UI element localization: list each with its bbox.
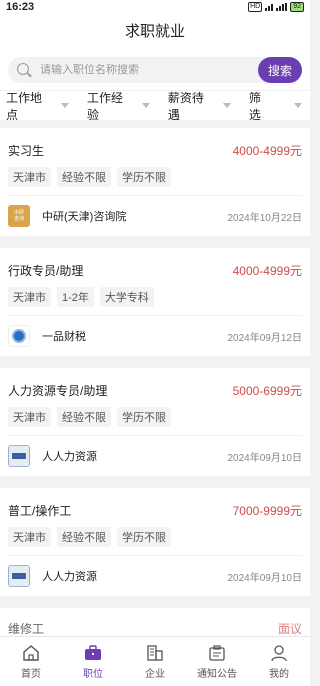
status-time: 16:23 [6,1,35,13]
job-salary: 5000-6999元 [232,384,302,398]
user-icon [271,645,287,662]
company-name: 一品财税 [42,331,86,343]
tag-experience: 经验不限 [57,167,111,187]
building-icon [147,645,163,661]
search-button[interactable]: 搜索 [258,57,302,83]
signal-icon [265,3,274,11]
filter-salary[interactable]: 薪资待遇 [168,89,231,123]
job-title: 人力资源专员/助理 [8,384,108,398]
tab-notices[interactable]: 通知公告 [186,637,248,686]
job-salary: 7000-9999元 [232,504,302,518]
filter-location[interactable]: 工作地点 [6,89,69,123]
job-salary: 面议 [277,622,302,636]
tag-education: 学历不限 [117,527,171,547]
tab-label: 职位 [83,669,103,680]
job-tags: 天津市 经验不限 学历不限 [8,167,302,187]
tab-companies[interactable]: 企业 [124,637,186,686]
job-list: 实习生 4000-4999元 天津市 经验不限 学历不限 中研 咨询 中研(天津… [0,120,310,638]
job-card[interactable]: 实习生 4000-4999元 天津市 经验不限 学历不限 中研 咨询 中研(天津… [0,128,310,236]
page-title: 求职就业 [0,14,310,50]
signal-icon-2 [276,3,288,11]
tag-education: 学历不限 [117,407,171,427]
tab-label: 通知公告 [197,669,237,680]
job-title: 行政专员/助理 [8,264,84,278]
tab-label: 我的 [269,669,289,680]
tab-jobs[interactable]: 职位 [62,637,124,686]
filter-label: 筛选 [248,90,261,122]
job-card[interactable]: 普工/操作工 7000-9999元 天津市 经验不限 学历不限 人人力资源 20… [0,488,310,596]
chevron-down-icon [222,103,231,108]
job-tags: 天津市 1-2年 大学专科 [8,287,302,307]
job-tags: 天津市 经验不限 学历不限 [8,527,302,547]
filter-bar: 工作地点 工作经验 薪资待遇 筛选 [0,89,310,123]
post-date: 2024年10月22日 [227,212,303,224]
tag-education: 大学专科 [99,287,154,307]
briefcase-icon [85,645,101,660]
tag-experience: 经验不限 [57,527,111,547]
tag-location: 天津市 [8,407,51,427]
job-salary: 4000-4999元 [232,144,302,158]
filter-label: 工作经验 [86,90,123,122]
company-logo [8,445,30,467]
job-title: 维修工 [8,622,45,636]
job-salary: 4000-4999元 [232,264,302,278]
filter-label: 工作地点 [6,90,43,122]
status-icons: HD 92 [248,2,304,12]
search-icon [16,62,32,78]
status-bar: 16:23 HD 92 [0,0,310,14]
filter-more[interactable]: 筛选 [249,89,302,123]
job-title: 实习生 [8,144,45,158]
tag-location: 天津市 [8,167,51,187]
job-tags: 天津市 经验不限 学历不限 [8,407,302,427]
company-name: 人人力资源 [42,451,97,463]
home-icon [23,645,39,661]
battery-icon: 92 [290,2,304,12]
tag-experience: 经验不限 [57,407,111,427]
filter-experience[interactable]: 工作经验 [87,89,150,123]
company-logo: 中研 咨询 [8,205,30,227]
job-card[interactable]: 人力资源专员/助理 5000-6999元 天津市 经验不限 学历不限 人人力资源… [0,368,310,476]
tab-label: 企业 [145,669,165,680]
post-date: 2024年09月12日 [227,332,303,344]
post-date: 2024年09月10日 [227,452,303,464]
post-date: 2024年09月10日 [227,572,303,584]
job-card[interactable]: 行政专员/助理 4000-4999元 天津市 1-2年 大学专科 一品财税 20… [0,248,310,356]
company-name: 中研(天津)咨询院 [42,211,127,223]
company-name: 人人力资源 [42,571,97,583]
tag-location: 天津市 [8,287,51,307]
tab-home[interactable]: 首页 [0,637,62,686]
company-logo [8,325,30,347]
tag-experience: 1-2年 [57,287,94,307]
chevron-down-icon [141,103,150,108]
tag-location: 天津市 [8,527,51,547]
search-bar: 搜索 [0,50,310,90]
bottom-tab-bar: 首页 职位 企业 通知公告 我的 [0,636,310,686]
search-field[interactable] [8,57,264,83]
chevron-down-icon [294,103,302,108]
tag-education: 学历不限 [117,167,171,187]
notice-icon [209,645,225,661]
tab-profile[interactable]: 我的 [248,637,310,686]
job-title: 普工/操作工 [8,504,72,518]
chevron-down-icon [60,103,69,108]
search-input[interactable] [40,64,240,76]
job-card-partial[interactable]: 维修工 面议 [0,608,310,638]
company-logo [8,565,30,587]
filter-label: 薪资待遇 [167,90,204,122]
tab-label: 首页 [21,669,41,680]
hd-indicator: HD [248,2,263,12]
